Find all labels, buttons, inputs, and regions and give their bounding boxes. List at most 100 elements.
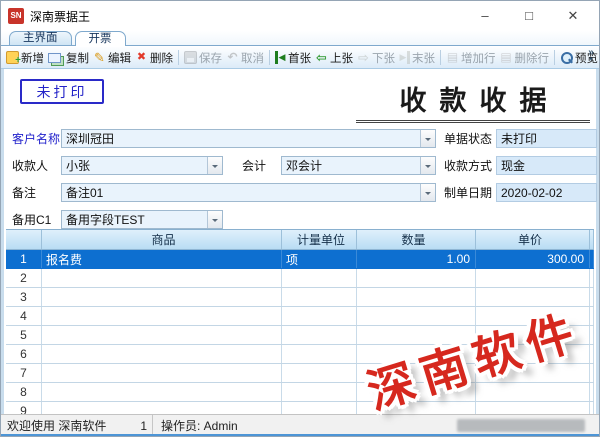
last-icon — [399, 51, 410, 64]
header-qty[interactable]: 数量 — [357, 230, 476, 249]
cell-num: 5 — [6, 326, 42, 344]
cell-product — [42, 269, 282, 287]
spare-label: 备用C1 — [12, 213, 51, 227]
date-label: 制单日期 — [444, 186, 492, 200]
receipt-form: 未打印 收款收据 客户名称 深圳冠田 单据状态 未打印 收款人 小张 会计 邓会… — [1, 69, 599, 414]
chevron-down-icon[interactable] — [420, 157, 435, 174]
chevron-down-icon[interactable] — [420, 184, 435, 201]
cell-unit — [282, 383, 357, 401]
copy-icon — [48, 53, 61, 63]
cell-num: 2 — [6, 269, 42, 287]
titlebar: SN 深南票据王 – □ ✕ — [1, 1, 599, 31]
preview-icon — [560, 51, 573, 64]
chevron-down-icon[interactable] — [420, 130, 435, 147]
toolbar-button-first[interactable]: 首张 — [273, 49, 313, 67]
table-row[interactable]: 8 — [6, 383, 594, 402]
cell-num: 8 — [6, 383, 42, 401]
del-row-icon — [500, 51, 513, 64]
toolbar-button-new[interactable]: 新增 — [4, 49, 46, 67]
cell-price — [476, 269, 590, 287]
status-welcome-text: 欢迎使用 深南软件 — [7, 417, 106, 434]
payee-label: 收款人 — [12, 159, 48, 173]
cell-unit: 项 — [282, 250, 357, 268]
cell-price — [476, 326, 590, 344]
toolbar-button-next: 下张 — [355, 49, 397, 67]
delete-icon — [135, 51, 148, 64]
payee-combobox[interactable]: 小张 — [61, 156, 223, 175]
method-field[interactable]: 现金 — [496, 156, 597, 175]
header-rownum — [6, 230, 42, 249]
toolbar-button-label: 删除 — [150, 50, 173, 66]
tab-main[interactable]: 主界面 — [9, 31, 72, 45]
cell-num: 3 — [6, 288, 42, 306]
tab-invoice[interactable]: 开票 — [75, 31, 126, 46]
cell-qty — [357, 383, 476, 401]
chevron-down-icon[interactable] — [207, 211, 222, 228]
toolbar-button-prev[interactable]: 上张 — [313, 49, 355, 67]
cell-unit — [282, 288, 357, 306]
spare-combobox[interactable]: 备用字段TEST — [61, 210, 223, 229]
date-value: 2020-02-02 — [501, 186, 562, 200]
app-icon: SN — [8, 8, 24, 24]
toolbar-button-edit[interactable]: 编辑 — [91, 49, 133, 67]
undo-icon — [226, 51, 239, 64]
header-unit[interactable]: 计量单位 — [282, 230, 357, 249]
cell-qty: 1.00 — [357, 250, 476, 268]
table-row[interactable]: 9 — [6, 402, 594, 414]
table-row[interactable]: 7 — [6, 364, 594, 383]
cell-price — [476, 383, 590, 401]
header-product[interactable]: 商品 — [42, 230, 282, 249]
toolbar-button-save: 保存 — [182, 49, 224, 67]
remark-label: 备注 — [12, 186, 36, 200]
cell-price — [476, 402, 590, 414]
customer-combobox[interactable]: 深圳冠田 — [61, 129, 436, 148]
table-row[interactable]: 1报名费项1.00300.00 — [6, 250, 594, 269]
toolbar-button-label: 下张 — [372, 50, 395, 66]
cell-tail — [590, 364, 594, 382]
toolbar-button-label: 编辑 — [108, 50, 131, 66]
status-field[interactable]: 未打印 — [496, 129, 597, 148]
window-title: 深南票据王 — [30, 8, 90, 25]
cell-tail — [590, 326, 594, 344]
app-window: SN 深南票据王 – □ ✕ 主界面 开票 新增 复制 编辑 删除保存取消 首张上张 下张… — [0, 0, 600, 437]
cell-num: 7 — [6, 364, 42, 382]
add-row-icon — [446, 51, 459, 64]
header-price[interactable]: 单价 — [476, 230, 590, 249]
cell-product: 报名费 — [42, 250, 282, 268]
table-row[interactable]: 4 — [6, 307, 594, 326]
close-button[interactable]: ✕ — [551, 1, 595, 31]
customer-label: 客户名称 — [12, 132, 60, 146]
toolbar-button-cancel: 取消 — [224, 49, 266, 67]
cell-tail — [590, 402, 594, 414]
status-bar: 欢迎使用 深南软件 1 操作员: Admin — [1, 414, 599, 436]
accountant-combobox[interactable]: 邓会计 — [281, 156, 436, 175]
toolbar-button-copy[interactable]: 复制 — [46, 49, 91, 67]
header-tail — [590, 230, 594, 249]
cell-product — [42, 326, 282, 344]
cell-price — [476, 288, 590, 306]
prev-icon — [315, 51, 328, 64]
table-row[interactable]: 2 — [6, 269, 594, 288]
date-field[interactable]: 2020-02-02 — [496, 183, 597, 202]
toolbar-button-label: 首张 — [288, 50, 311, 66]
chevron-down-icon[interactable] — [207, 157, 222, 174]
toolbar-overflow-button[interactable]: » — [585, 49, 597, 63]
remark-combobox[interactable]: 备注01 — [61, 183, 436, 202]
cell-num: 6 — [6, 345, 42, 363]
minimize-button[interactable]: – — [463, 1, 507, 31]
toolbar-button-label: 复制 — [66, 50, 89, 66]
method-value: 现金 — [501, 157, 525, 174]
cell-unit — [282, 269, 357, 287]
cell-tail — [590, 383, 594, 401]
toolbar-button-delete[interactable]: 删除 — [133, 49, 175, 67]
cell-unit — [282, 307, 357, 325]
status-welcome-panel: 欢迎使用 深南软件 1 — [1, 415, 153, 436]
cell-tail — [590, 269, 594, 287]
table-header: 商品 计量单位 数量 单价 — [6, 230, 594, 250]
toolbar-buttons: 新增复制编辑删除保存取消首张上张下张末张增加行删除行预览 — [4, 49, 599, 67]
table-row[interactable]: 6 — [6, 345, 594, 364]
save-icon — [184, 51, 197, 64]
maximize-button[interactable]: □ — [507, 1, 551, 31]
table-row[interactable]: 3 — [6, 288, 594, 307]
table-row[interactable]: 5 — [6, 326, 594, 345]
